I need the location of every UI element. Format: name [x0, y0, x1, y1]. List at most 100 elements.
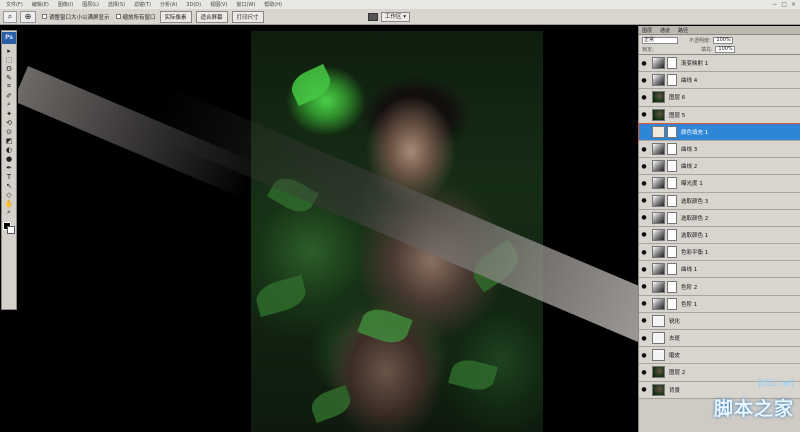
layer-thumbnail[interactable]	[652, 143, 665, 156]
zoom-all-windows-option[interactable]: 缩放所有窗口	[115, 13, 156, 21]
menu-item[interactable]: 选择(S)	[108, 1, 125, 8]
tool-icon[interactable]: ◐	[2, 145, 16, 154]
layer-row[interactable]: ● 渐变映射 1	[639, 55, 800, 73]
menu-item[interactable]: 分析(A)	[160, 1, 177, 8]
visibility-eye-icon[interactable]: ●	[639, 214, 649, 221]
layer-mask-thumbnail[interactable]	[667, 160, 677, 173]
visibility-eye-icon[interactable]: ●	[639, 94, 649, 101]
layer-thumbnail[interactable]	[652, 280, 665, 293]
workspace-switcher[interactable]: 工作区 ▾	[368, 12, 411, 22]
panel-tab[interactable]: 图层	[642, 27, 652, 34]
layer-mask-thumbnail[interactable]	[667, 74, 677, 87]
resize-windows-checkbox[interactable]	[42, 14, 47, 19]
visibility-eye-icon[interactable]: ●	[639, 163, 649, 170]
layer-thumbnail[interactable]	[652, 125, 665, 138]
layer-row[interactable]: ● 曲线 3	[639, 140, 800, 159]
layer-thumbnail[interactable]	[652, 91, 665, 104]
minimize-icon[interactable]: −	[772, 1, 777, 8]
panel-tab[interactable]: 通道	[660, 27, 670, 34]
layer-row[interactable]: ● 色彩平衡 1	[639, 244, 800, 262]
background-color-swatch[interactable]	[7, 226, 15, 234]
tool-icon[interactable]: ⌕	[2, 208, 16, 217]
visibility-eye-icon[interactable]: ●	[639, 146, 649, 153]
visibility-eye-icon[interactable]: ●	[639, 197, 649, 204]
layer-thumbnail[interactable]	[652, 383, 665, 396]
visibility-eye-icon[interactable]: ●	[639, 60, 649, 67]
zoom-all-windows-checkbox[interactable]	[115, 14, 121, 19]
menu-item[interactable]: 视图(V)	[210, 1, 227, 8]
layer-row[interactable]: ● 锐化	[639, 312, 800, 330]
tool-icon[interactable]: ⊙	[2, 127, 16, 136]
visibility-eye-icon[interactable]: ●	[639, 369, 649, 376]
tool-icon[interactable]: ⌗	[2, 82, 16, 91]
layer-mask-thumbnail[interactable]	[667, 57, 677, 70]
tool-icon[interactable]: ✐	[2, 91, 16, 100]
layer-mask-thumbnail[interactable]	[667, 228, 677, 241]
layer-row[interactable]: ● 磨皮	[639, 347, 800, 365]
layer-thumbnail[interactable]	[652, 297, 665, 310]
zoom-tool-icon[interactable]: ⌕	[3, 10, 17, 23]
layer-thumbnail[interactable]	[652, 160, 665, 173]
visibility-eye-icon[interactable]: ●	[639, 283, 649, 290]
visibility-eye-icon[interactable]: ●	[639, 231, 649, 238]
layer-thumbnail[interactable]	[652, 332, 665, 345]
visibility-eye-icon[interactable]: ●	[639, 266, 649, 273]
menu-item[interactable]: 文件(F)	[6, 1, 23, 8]
tool-icon[interactable]: ●	[2, 154, 16, 163]
tool-icon[interactable]: ◇	[2, 190, 16, 199]
tool-icon[interactable]: ✋	[2, 199, 16, 208]
layer-row[interactable]: ● 图层 6	[639, 89, 800, 107]
blend-mode-select[interactable]: 正常	[642, 37, 678, 44]
document-canvas[interactable]	[18, 26, 638, 432]
layer-thumbnail[interactable]	[652, 246, 665, 259]
menu-item[interactable]: 3D(D)	[186, 2, 201, 8]
visibility-eye-icon[interactable]: ●	[639, 180, 649, 187]
layer-mask-thumbnail[interactable]	[667, 125, 677, 138]
resize-windows-option[interactable]: 调整窗口大小以满屏显示	[42, 13, 110, 21]
tool-icon[interactable]: ʘ	[2, 64, 16, 73]
layer-mask-thumbnail[interactable]	[667, 177, 677, 190]
layer-thumbnail[interactable]	[652, 263, 665, 276]
layer-mask-thumbnail[interactable]	[667, 246, 677, 259]
fill-input[interactable]: 100%	[714, 46, 735, 53]
close-icon[interactable]: ×	[791, 1, 796, 8]
layer-row[interactable]: ● 曲线 4	[639, 72, 800, 90]
menu-item[interactable]: 窗口(W)	[236, 1, 255, 8]
visibility-eye-icon[interactable]: ●	[639, 335, 649, 342]
tool-icon[interactable]: ◩	[2, 136, 16, 145]
layer-thumbnail[interactable]	[652, 211, 665, 224]
tool-icon[interactable]: ⌕	[2, 100, 16, 109]
layer-thumbnail[interactable]	[652, 349, 665, 362]
menu-item[interactable]: 滤镜(T)	[134, 1, 151, 8]
layer-row[interactable]: ● 色阶 2	[639, 278, 800, 296]
menu-item[interactable]: 编辑(E)	[32, 1, 49, 8]
layer-thumbnail[interactable]	[652, 228, 665, 241]
layer-thumbnail[interactable]	[652, 366, 665, 379]
visibility-eye-icon[interactable]: ●	[639, 249, 649, 256]
layer-row[interactable]: 颜色填充 1	[638, 122, 800, 142]
layer-thumbnail[interactable]	[652, 177, 665, 190]
layer-thumbnail[interactable]	[652, 74, 665, 87]
print-size-button[interactable]: 打印尺寸	[231, 10, 264, 23]
layer-mask-thumbnail[interactable]	[667, 211, 677, 224]
layer-thumbnail[interactable]	[652, 108, 665, 121]
opacity-input[interactable]: 100%	[712, 37, 733, 44]
menu-item[interactable]: 帮助(H)	[264, 1, 282, 8]
color-swatches[interactable]	[2, 221, 16, 235]
layer-row[interactable]: ● 曲线 2	[639, 158, 800, 176]
visibility-eye-icon[interactable]: ●	[639, 111, 649, 118]
layer-mask-thumbnail[interactable]	[667, 263, 677, 276]
layer-thumbnail[interactable]	[652, 314, 665, 327]
tool-icon[interactable]: ▸	[2, 46, 16, 55]
actual-pixels-button[interactable]: 实际像素	[159, 10, 192, 23]
fit-screen-button[interactable]: 适合屏幕	[195, 10, 228, 23]
layer-row[interactable]: ● 色阶 1	[639, 295, 800, 313]
visibility-eye-icon[interactable]: ●	[639, 77, 649, 84]
layer-row[interactable]: ● 选取颜色 2	[639, 209, 800, 227]
visibility-eye-icon[interactable]: ●	[639, 386, 649, 393]
tool-icon[interactable]: ⬚	[2, 55, 16, 64]
layer-thumbnail[interactable]	[652, 194, 665, 207]
layer-row[interactable]: ● 选取颜色 3	[639, 192, 800, 210]
zoom-in-out-icon[interactable]: ⊕	[20, 10, 36, 23]
layer-mask-thumbnail[interactable]	[667, 280, 677, 293]
